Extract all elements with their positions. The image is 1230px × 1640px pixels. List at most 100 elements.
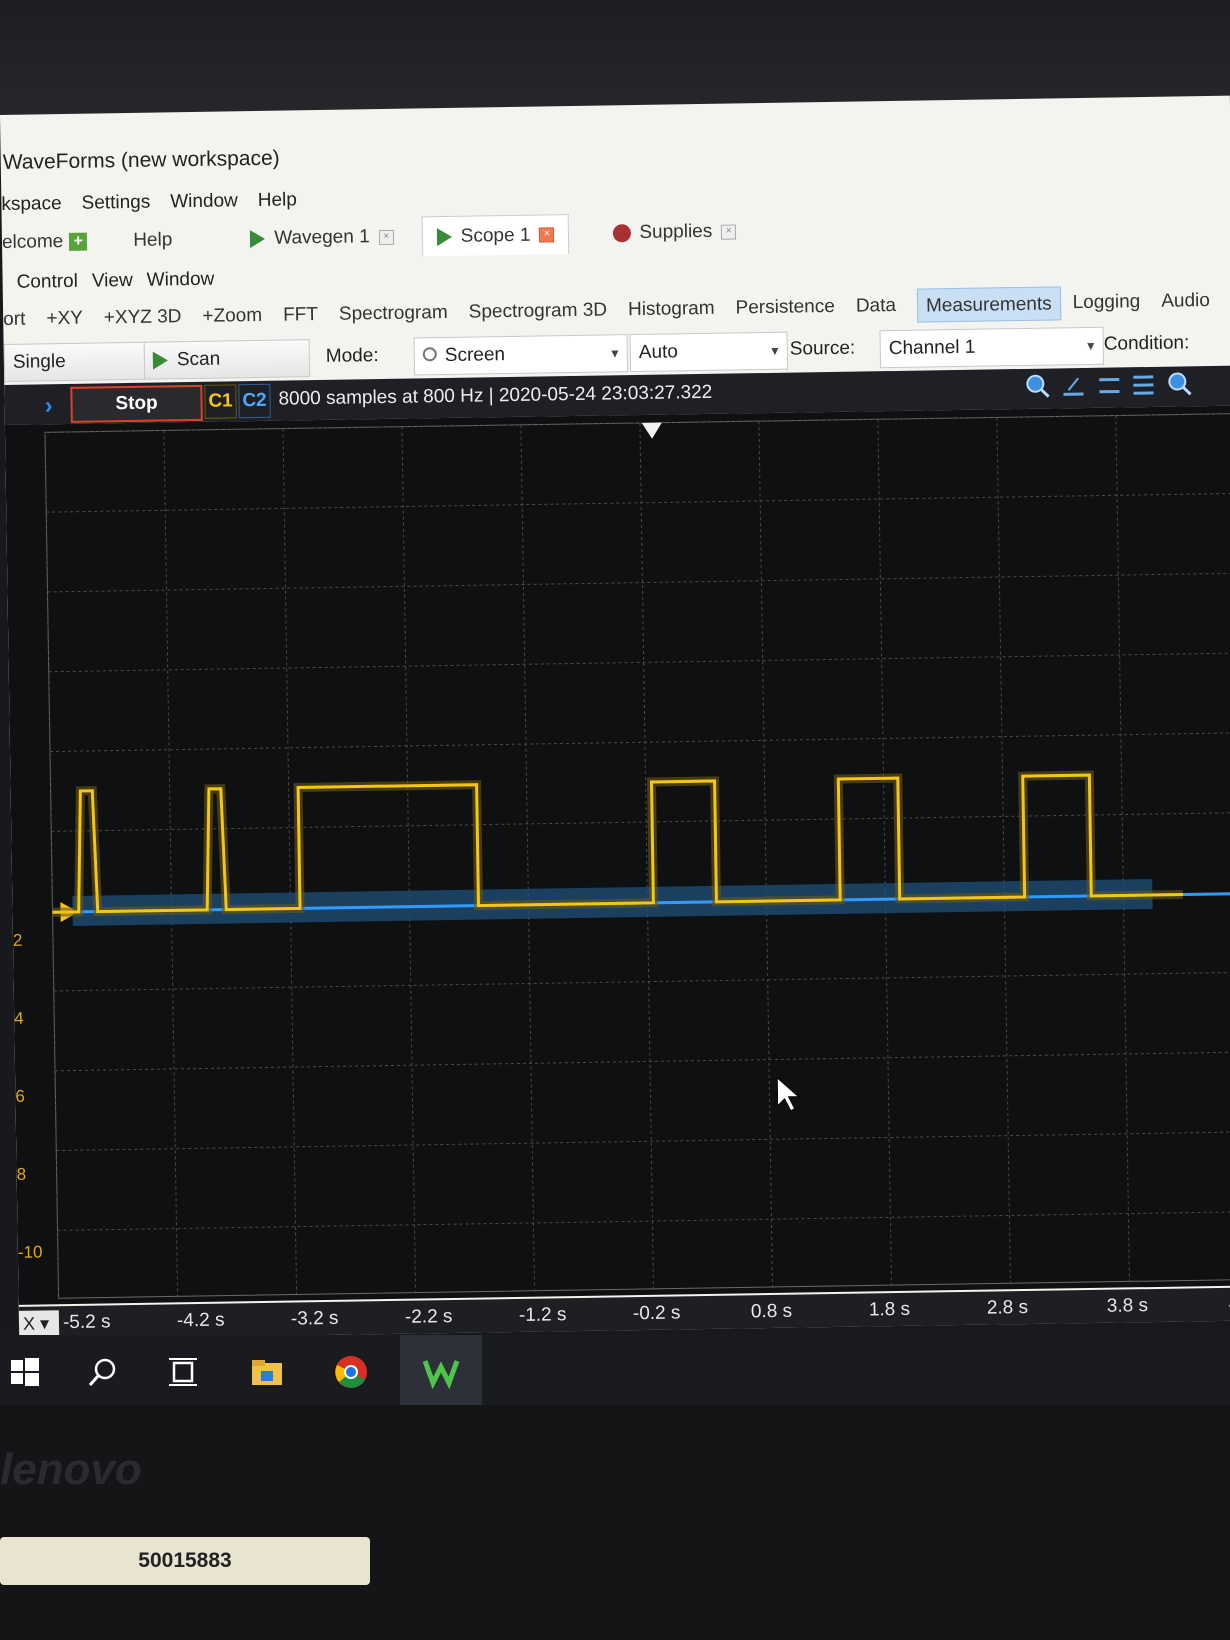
grid-line-vertical xyxy=(401,426,417,1297)
x-axis-select-label: X xyxy=(22,1313,36,1334)
magnifier-icon[interactable] xyxy=(1166,370,1192,396)
grid-line-horizontal xyxy=(49,732,1230,753)
menu-help[interactable]: Help xyxy=(258,182,298,219)
tab-welcome[interactable]: elcome + xyxy=(2,221,102,263)
tab-wavegen-label: Wavegen 1 xyxy=(274,226,370,249)
chrome-icon[interactable] xyxy=(334,1355,368,1389)
screen-icon xyxy=(422,347,437,362)
toolbar-spectrogram3d[interactable]: Spectrogram 3D xyxy=(468,293,608,329)
close-icon[interactable]: × xyxy=(539,227,555,243)
taskbar-waveforms-button[interactable] xyxy=(400,1335,482,1410)
grid-line-vertical xyxy=(163,430,179,1301)
toolbar-fft[interactable]: FFT xyxy=(283,298,318,333)
acquisition-info: 8000 samples at 800 Hz | 2020-05-24 23:0… xyxy=(278,381,713,410)
toolbar-xyz3d[interactable]: +XYZ 3D xyxy=(104,300,182,335)
monitor-bezel-bottom: lenovo 50015883 xyxy=(0,1405,1230,1640)
channel1-button[interactable]: C1 xyxy=(204,384,237,419)
menubar: kspace Settings Window Help xyxy=(1,182,317,223)
grid-line-vertical xyxy=(1115,415,1131,1286)
grid-line-horizontal xyxy=(51,812,1230,832)
source-select[interactable]: Channel 1 ▼ xyxy=(879,326,1105,369)
tab-wavegen[interactable]: Wavegen 1 × xyxy=(236,217,408,260)
tab-supplies[interactable]: Supplies × xyxy=(599,211,751,253)
source-label: Source: xyxy=(789,337,856,360)
mouse-pointer-icon xyxy=(776,1076,800,1112)
grid-line-vertical xyxy=(520,424,536,1295)
chevron-down-icon: ▼ xyxy=(1084,338,1097,353)
scope-menu: Control View Window xyxy=(2,263,228,299)
waveform-svg xyxy=(44,413,1230,1303)
mode-select[interactable]: Screen ▼ xyxy=(413,334,629,376)
mode-label: Mode: xyxy=(325,345,379,367)
oscilloscope-plot[interactable]: 2 4 6 8 -10 xyxy=(4,405,1230,1305)
close-icon[interactable]: × xyxy=(721,223,737,240)
tab-welcome-label: elcome xyxy=(1,231,64,253)
windows-start-icon[interactable] xyxy=(8,1355,42,1389)
x-tick-label: -3.2 s xyxy=(290,1307,339,1330)
scan-button[interactable]: Scan xyxy=(143,339,311,380)
cursor-icon[interactable] xyxy=(1096,371,1122,397)
tab-help-label: Help xyxy=(133,229,173,251)
grid-line-horizontal xyxy=(48,652,1230,673)
x-tick-label: 1.8 s xyxy=(868,1298,911,1321)
run-arrow-icon[interactable]: › xyxy=(44,392,52,420)
menu-control[interactable]: Control xyxy=(16,266,78,299)
add-tab-icon[interactable]: + xyxy=(69,232,88,251)
record-icon xyxy=(613,224,632,243)
y-tick-label: 2 xyxy=(12,930,23,950)
tab-scope[interactable]: Scope 1 × xyxy=(421,214,570,257)
y-tick-label: 8 xyxy=(16,1164,27,1184)
toolbar-logging[interactable]: Logging xyxy=(1072,285,1140,320)
menu-scope-window[interactable]: Window xyxy=(146,264,215,297)
trigger-mode-value: Auto xyxy=(638,341,679,363)
grid-line-horizontal xyxy=(57,1211,1230,1231)
x-tick-label: 3.8 s xyxy=(1106,1295,1149,1317)
grid-line-vertical xyxy=(877,419,893,1290)
single-label: Single xyxy=(12,350,66,373)
scan-label: Scan xyxy=(176,348,221,371)
single-button[interactable]: Single xyxy=(3,341,147,382)
toolbar-histogram[interactable]: Histogram xyxy=(628,292,715,327)
x-tick-label: -4.2 s xyxy=(176,1309,225,1332)
y-tick-label: 6 xyxy=(15,1086,26,1106)
cursor-icon[interactable] xyxy=(1060,372,1086,398)
menu-settings[interactable]: Settings xyxy=(81,185,150,222)
trigger-mode-select[interactable]: Auto ▼ xyxy=(629,331,789,373)
toolbar-zoom[interactable]: +Zoom xyxy=(202,299,262,334)
cursor-icon[interactable] xyxy=(1130,371,1156,397)
file-explorer-icon[interactable] xyxy=(250,1355,284,1389)
task-view-icon[interactable] xyxy=(166,1355,200,1389)
menu-view[interactable]: View xyxy=(92,265,133,298)
x-tick-label: 2.8 s xyxy=(986,1297,1029,1319)
x-tick-label: -2.2 s xyxy=(404,1306,453,1328)
zoom-in-icon[interactable] xyxy=(1024,373,1050,399)
stop-button[interactable]: Stop xyxy=(70,384,203,423)
x-axis-select[interactable]: X ▾ xyxy=(18,1310,60,1337)
tab-scope-label: Scope 1 xyxy=(460,224,531,247)
tab-help[interactable]: Help xyxy=(119,220,187,261)
toolbar-persistence[interactable]: Persistence xyxy=(735,290,835,326)
menu-workspace[interactable]: kspace xyxy=(1,186,62,223)
close-icon[interactable]: × xyxy=(378,229,394,245)
grid-line-vertical xyxy=(282,428,298,1299)
x-tick-label: 0.8 s xyxy=(750,1300,793,1323)
grid-line-horizontal xyxy=(46,492,1230,513)
search-icon[interactable] xyxy=(86,1355,120,1389)
grid-line-vertical xyxy=(996,417,1012,1288)
toolbar-data[interactable]: Data xyxy=(856,289,897,324)
brand-logo: lenovo xyxy=(0,1445,142,1494)
toolbar-audio[interactable]: Audio xyxy=(1161,284,1210,319)
toolbar-export[interactable]: ort xyxy=(3,303,26,337)
toolbar-spectrogram[interactable]: Spectrogram xyxy=(339,296,448,332)
chevron-down-icon: ▼ xyxy=(768,343,781,358)
toolbar-xy[interactable]: +XY xyxy=(46,302,83,337)
asset-sticker: 50015883 xyxy=(0,1537,370,1585)
menu-window[interactable]: Window xyxy=(170,183,238,220)
mode-value: Screen xyxy=(444,344,506,367)
window-title: WaveForms (new workspace) xyxy=(2,146,280,174)
play-icon xyxy=(436,227,452,246)
source-value: Channel 1 xyxy=(888,336,976,360)
waveforms-app-icon xyxy=(422,1360,460,1389)
channel2-button[interactable]: C2 xyxy=(238,383,271,419)
toolbar-measurements[interactable]: Measurements xyxy=(916,286,1061,323)
